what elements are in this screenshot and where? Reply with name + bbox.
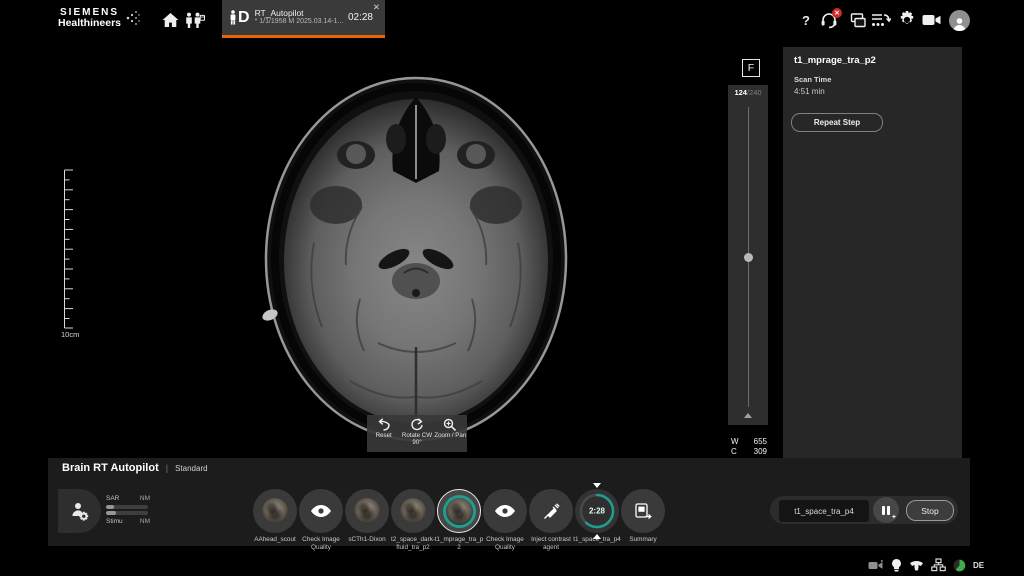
run-control-group: + Stop (770, 496, 958, 524)
scan-thumbnail (446, 498, 473, 525)
eye-icon (311, 505, 331, 517)
patient-initial: D (238, 9, 250, 27)
plus-icon: + (892, 514, 896, 521)
eye-icon (495, 505, 515, 517)
scan-thumbnail (400, 498, 426, 524)
gear-icon (898, 11, 916, 29)
settings-button[interactable] (896, 9, 918, 31)
next-sequence-field[interactable] (779, 500, 869, 522)
siemens-healthineers-logo: SIEMENS Healthineers (58, 7, 141, 30)
workflow-panel: Brain RT Autopilot | Standard SAR NM Stim… (48, 458, 970, 546)
sar-label: SAR (106, 495, 119, 502)
exam-tab-rt-autopilot[interactable]: D RT_Autopilot * 1/1/1958 M 2025.03.14-1… (222, 0, 385, 38)
rotate-cw-button[interactable]: Rotate CW 90° (400, 415, 433, 452)
slice-slider-handle[interactable] (744, 253, 753, 262)
running-marker-bottom-icon (593, 534, 601, 539)
ruler-label: 10cm (61, 330, 79, 339)
safety-meters: SAR NM Stimu NM (106, 495, 150, 525)
reset-icon (377, 418, 391, 431)
exam-settings-button[interactable] (58, 489, 101, 533)
pause-icon (882, 506, 885, 515)
tab-title: RT_Autopilot (255, 8, 344, 19)
workflow-title: Brain RT Autopilot (62, 462, 159, 474)
slice-counter: 124/240 (728, 88, 768, 97)
step-check-image-quality-2[interactable]: Check Image Quality (482, 489, 528, 553)
pause-add-button[interactable]: + (873, 497, 899, 523)
title-separator: | (166, 463, 168, 473)
mri-brain-image (210, 47, 625, 450)
scan-time-value: 4:51 min (794, 87, 825, 96)
help-icon: ? (802, 13, 810, 28)
window-center-values: W655 C309 (731, 437, 767, 458)
video-camera-icon (922, 13, 941, 27)
logo-line2: Healthineers (58, 18, 121, 30)
intercom-phone-icon[interactable] (909, 559, 924, 571)
patient-registration-button[interactable] (184, 9, 206, 31)
reset-button[interactable]: Reset (367, 415, 400, 452)
stimu-value: NM (140, 518, 150, 525)
syringe-icon (543, 503, 560, 520)
step-countdown: 2:28 (575, 507, 619, 516)
logo-dots-icon (125, 7, 141, 29)
stop-button[interactable]: Stop (906, 500, 954, 521)
rotate-cw-icon (410, 418, 424, 431)
language-indicator[interactable]: DE (973, 561, 984, 570)
summary-icon (635, 503, 652, 520)
tab-patient-info: * 1/1/1958 M 2025.03.14-1... (255, 18, 344, 27)
home-icon (162, 12, 179, 28)
scale-ruler (62, 168, 76, 330)
scan-time-label: Scan Time (794, 75, 831, 84)
step-t1-space-running[interactable]: 2:28 t1_space_tra_p4 (574, 489, 620, 544)
exam-timer: 02:28 (348, 12, 373, 23)
step-check-image-quality-1[interactable]: Check Image Quality (298, 489, 344, 553)
workflow-mode: Standard (175, 464, 207, 473)
stimu-meter (106, 511, 148, 515)
notification-badge: ✕ (832, 8, 842, 18)
help-button[interactable]: ? (795, 9, 817, 31)
sync-status-icon[interactable] (953, 559, 966, 572)
home-button[interactable] (159, 9, 181, 31)
table-camera-icon[interactable] (868, 559, 884, 571)
patient-icon: D (229, 9, 250, 27)
application-window: SIEMENS Healthineers D RT_Autopilot (0, 0, 1024, 576)
light-icon[interactable] (891, 559, 902, 572)
step-inject-contrast[interactable]: Inject contrast agent (528, 489, 574, 553)
remote-assist-button[interactable]: ✕ (818, 9, 840, 31)
status-bar: DE (868, 557, 984, 573)
step-scth1-dixon[interactable]: sCTh1-Dixon (344, 489, 390, 544)
orientation-marker: F (742, 59, 760, 77)
sar-value: NM (140, 495, 150, 502)
scan-thumbnail (262, 498, 288, 524)
slider-arrow-icon[interactable] (744, 413, 752, 418)
network-icon[interactable] (931, 558, 946, 572)
patient-registration-icon (185, 12, 205, 29)
zoom-pan-button[interactable]: Zoom / Pan (434, 415, 467, 452)
avatar (949, 10, 970, 31)
layouts-button[interactable] (846, 9, 868, 31)
image-tools-overlay: Reset Rotate CW 90° Zoom / Pan (367, 415, 467, 452)
stimu-label: Stimu (106, 518, 123, 525)
person-gear-icon (70, 501, 90, 521)
recording-button[interactable] (920, 9, 942, 31)
step-aahead-scout[interactable]: AAhead_scout (252, 489, 298, 544)
repeat-step-button[interactable]: Repeat Step (791, 113, 883, 132)
step-t2-space-dark-fluid[interactable]: t2_space_dark-fluid_tra_p2 (390, 489, 436, 553)
step-summary[interactable]: Summary (620, 489, 666, 544)
queue-icon (871, 12, 891, 29)
zoom-icon (443, 418, 457, 431)
slice-scroll-panel: 124/240 (728, 85, 768, 425)
sequence-title: t1_mprage_tra_p2 (794, 55, 876, 66)
windows-icon (848, 13, 866, 28)
sar-meter (106, 505, 148, 509)
user-account-button[interactable] (948, 9, 970, 31)
transfer-queue-button[interactable] (870, 9, 892, 31)
running-marker-top-icon (593, 483, 601, 488)
scan-thumbnail (354, 498, 380, 524)
step-t1-mprage-selected[interactable]: t1_mprage_tra_p2 (436, 489, 482, 553)
mri-viewport[interactable] (210, 47, 625, 450)
sequence-detail-panel: t1_mprage_tra_p2 Scan Time 4:51 min Repe… (783, 47, 962, 458)
tab-close-icon[interactable]: ✕ (373, 2, 380, 13)
